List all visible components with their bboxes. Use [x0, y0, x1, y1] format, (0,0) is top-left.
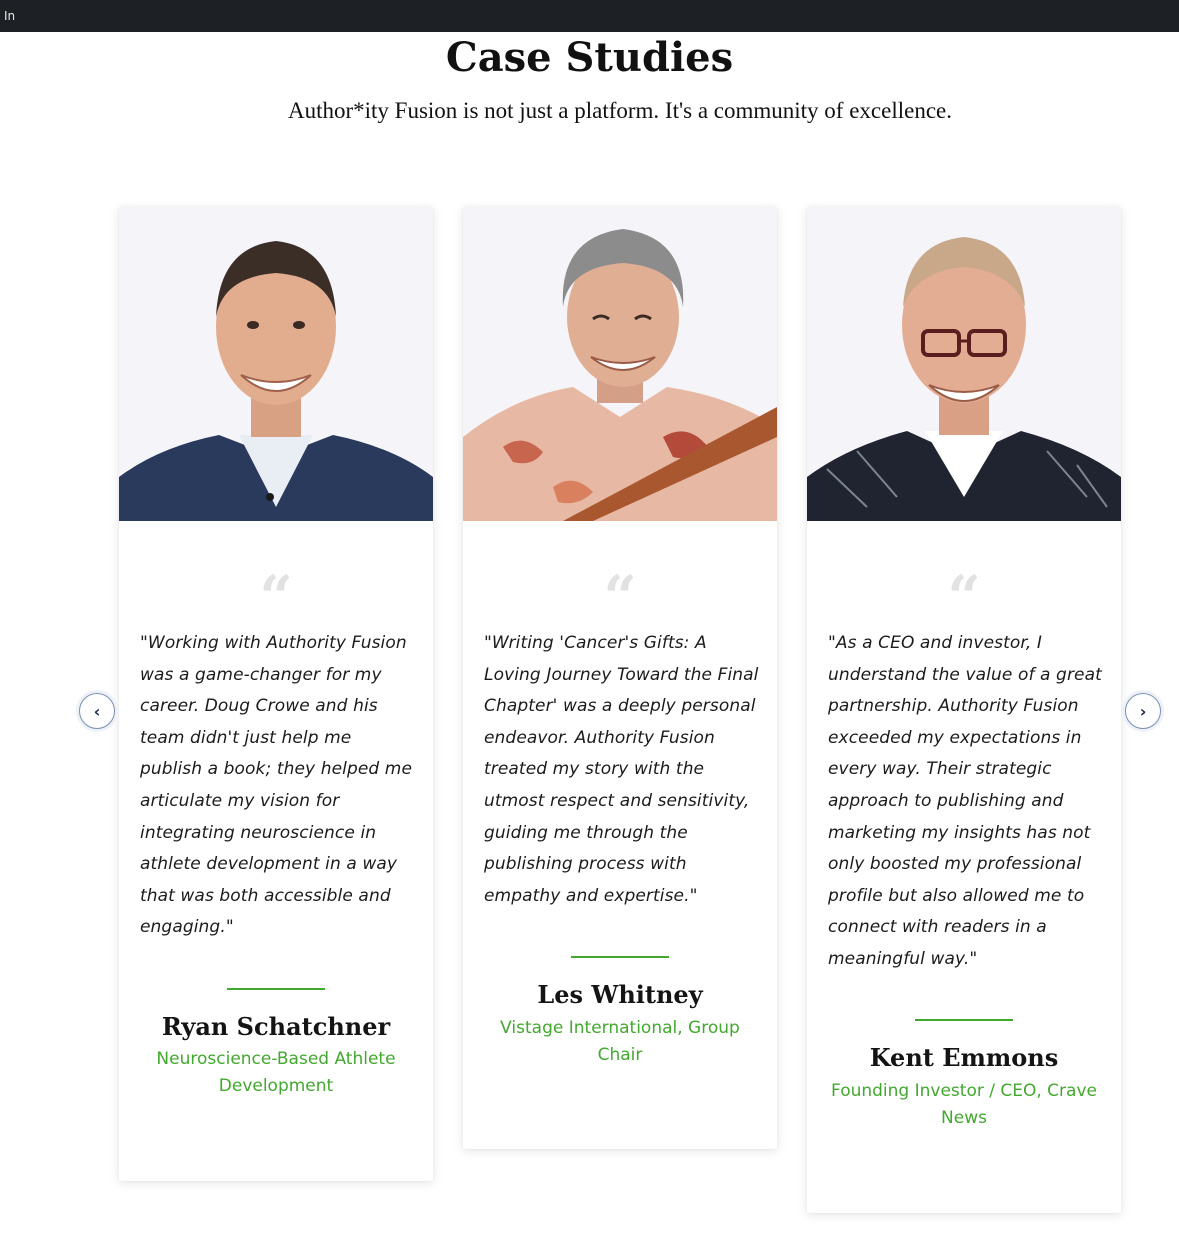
divider-line [571, 956, 669, 958]
quote-icon: “ [947, 567, 981, 607]
quote-icon: “ [603, 567, 637, 607]
testimonial-name: Les Whitney [537, 980, 703, 1009]
carousel-prev-button[interactable]: ‹ [79, 693, 115, 729]
testimonial-name: Kent Emmons [869, 1043, 1059, 1072]
chevron-right-icon: › [1139, 701, 1147, 721]
browser-top-bar: In [0, 0, 1179, 32]
testimonial-quote: "Working with Authority Fusion was a gam… [140, 633, 413, 938]
testimonial-photo [807, 207, 1121, 521]
portrait-les-whitney [463, 207, 777, 521]
quote-icon: “ [259, 567, 293, 607]
chevron-left-icon: ‹ [93, 701, 101, 721]
section-subtitle: Author*ity Fusion is not just a platform… [287, 98, 952, 123]
testimonial-photo [463, 207, 777, 521]
tab-label[interactable]: In [4, 9, 15, 23]
testimonial-quote: "As a CEO and investor, I understand the… [828, 633, 1102, 969]
testimonial-name: Ryan Schatchner [161, 1012, 391, 1041]
testimonial-card-1: “ "Working with Authority Fusion was a g… [119, 207, 433, 1181]
testimonial-photo [119, 207, 433, 521]
testimonial-role: Vistage International, Group Chair [500, 1018, 740, 1065]
section-title: Case Studies [445, 34, 734, 81]
testimonial-role: Neuroscience-Based Athlete Development [156, 1049, 396, 1096]
divider-line [227, 988, 325, 990]
testimonial-role: Founding Investor / CEO, Crave News [831, 1081, 1097, 1128]
divider-line [915, 1019, 1013, 1021]
testimonial-quote: "Writing 'Cancer's Gifts: A Loving Journ… [484, 633, 759, 906]
carousel-next-button[interactable]: › [1125, 693, 1161, 729]
testimonial-card-3: “ "As a CEO and investor, I understand t… [807, 207, 1121, 1213]
testimonial-card-2: “ "Writing 'Cancer's Gifts: A Loving Jou… [463, 207, 777, 1149]
portrait-ryan-schatchner [119, 207, 433, 521]
portrait-kent-emmons [807, 207, 1121, 521]
